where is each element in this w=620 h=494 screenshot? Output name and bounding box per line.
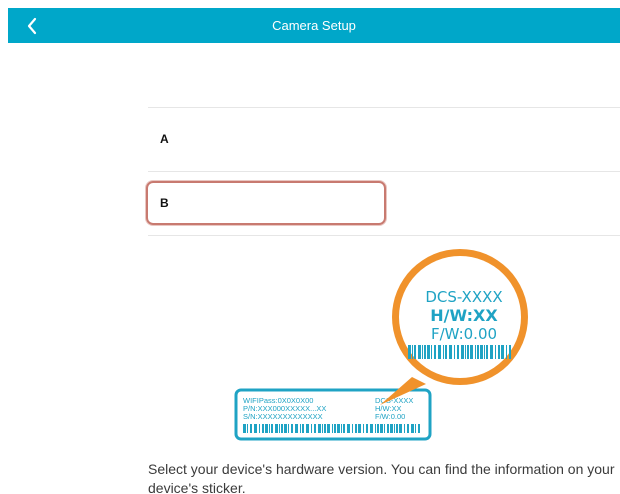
back-button[interactable] bbox=[12, 8, 52, 43]
option-row-a[interactable]: A bbox=[148, 108, 620, 171]
page-title: Camera Setup bbox=[272, 18, 356, 33]
option-row-b[interactable]: B bbox=[146, 172, 620, 235]
chevron-left-icon bbox=[27, 17, 37, 34]
device-sticker: WIFIPass:0X0X0X00 P/N:XXX000XXXXX...XX S… bbox=[234, 388, 432, 441]
divider bbox=[148, 235, 620, 236]
nav-bar: Camera Setup bbox=[8, 8, 620, 43]
selection-highlight bbox=[146, 181, 386, 225]
status-bar-area bbox=[0, 0, 620, 8]
option-label: B bbox=[160, 196, 169, 210]
zoom-bubble: DCS-XXXX H/W:XX F/W:0.00 bbox=[392, 249, 528, 385]
sticker-sn-text: S/N:XXXXXXXXXXXXX bbox=[243, 412, 323, 421]
hardware-version-list: A B bbox=[146, 107, 620, 236]
option-label: A bbox=[160, 132, 169, 146]
bubble-hw-text: H/W:XX bbox=[430, 306, 498, 325]
instruction-text: Select your device's hardware version. Y… bbox=[148, 461, 615, 494]
sticker-fw-text: F/W:0.00 bbox=[375, 412, 405, 421]
bubble-fw-text: F/W:0.00 bbox=[431, 325, 497, 343]
bubble-model-text: DCS-XXXX bbox=[425, 288, 502, 306]
sticker-illustration: WIFIPass:0X0X0X00 P/N:XXX000XXXXX...XX S… bbox=[234, 249, 528, 441]
